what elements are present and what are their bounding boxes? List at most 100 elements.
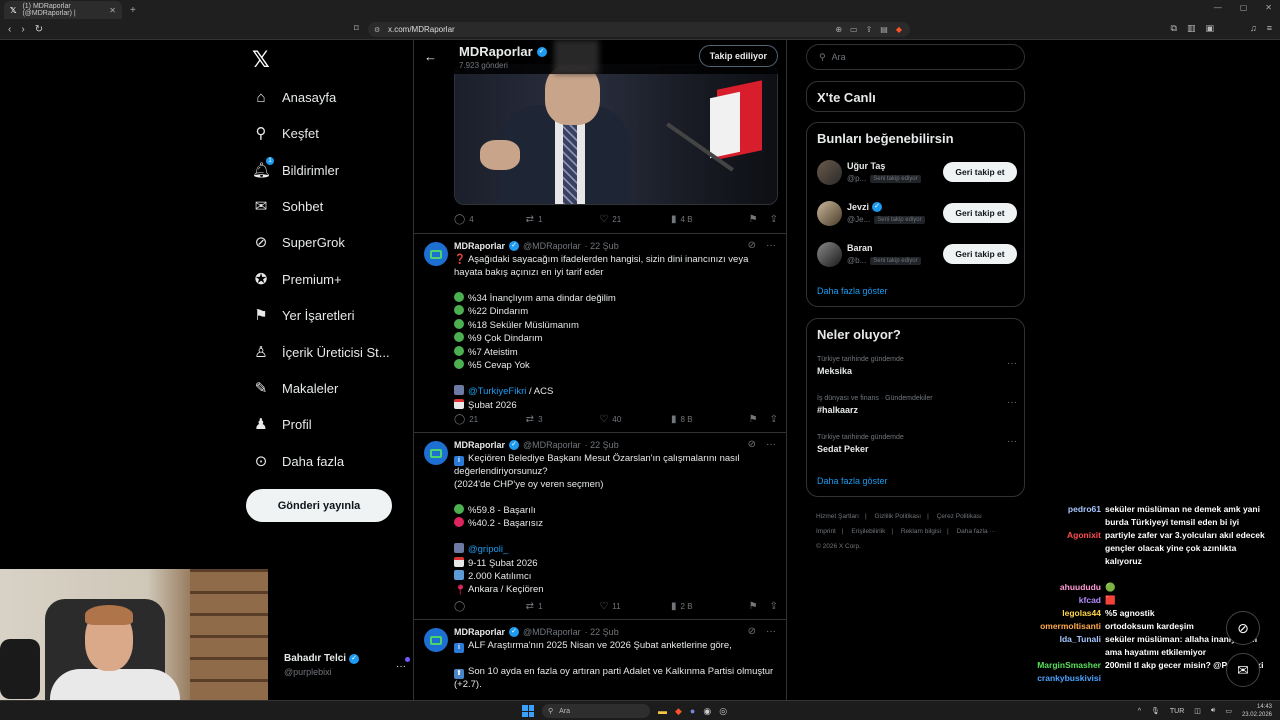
bookmark-icon[interactable]: ⚑ [749, 214, 758, 225]
zoom-icon[interactable]: ⊕ [835, 25, 842, 34]
bookmark-icon[interactable]: ⚑ [749, 414, 758, 425]
windows-start-icon[interactable] [522, 705, 534, 717]
trend-item[interactable]: Türkiye tarihinde gündemde Sedat Peker ·… [817, 434, 1017, 454]
follow-back-button[interactable]: Geri takip et [943, 203, 1017, 223]
tweet-photo[interactable] [454, 64, 778, 205]
account-switcher[interactable]: Bahadır Telci ✓ @purplebixi ··· [284, 653, 414, 683]
author-name[interactable]: MDRaporlar [454, 241, 505, 251]
tweet-date[interactable]: · 22 Şub [585, 241, 619, 251]
footer-link[interactable]: Hizmet Şartları [816, 513, 859, 520]
avatar[interactable] [424, 441, 448, 465]
avatar[interactable] [817, 160, 842, 185]
author-handle[interactable]: @MDRaporlar [523, 241, 581, 251]
mic-icon[interactable]: 🎙︎ [1151, 707, 1160, 715]
retweet-button[interactable]: ⇄ 3 [526, 414, 600, 425]
volume-icon[interactable]: 🔊︎ [1211, 707, 1215, 715]
sidebar-icon[interactable]: ▥ [1187, 23, 1196, 34]
footer-link[interactable]: Reklam bilgisi [901, 528, 941, 535]
reader-icon[interactable]: ▤ [880, 25, 888, 34]
tweet-date[interactable]: · 22 Şub [585, 440, 619, 450]
trend-item[interactable]: Türkiye tarihinde gündemde Meksika ··· [817, 356, 1017, 376]
more-dots-icon[interactable]: ··· [1007, 358, 1017, 369]
author-name[interactable]: MDRaporlar [454, 627, 505, 637]
nav-notifications[interactable]: 🔔︎ 1 Bildirimler [252, 157, 339, 181]
trends-show-more-link[interactable]: Daha fazla göster [817, 476, 888, 486]
trend-item[interactable]: İş dünyası ve finans · Gündemdekiler #ha… [817, 395, 1017, 415]
nav-more[interactable]: ⊙ Daha fazla [252, 450, 344, 472]
tray-chevron-icon[interactable]: ^ [1138, 708, 1141, 715]
x-logo-icon[interactable]: 𝕏 [252, 48, 270, 73]
mention-link[interactable]: @TurkiyeFikri [468, 386, 526, 397]
views-button[interactable]: ▮ 8 B [671, 414, 749, 425]
forward-arrow-icon[interactable]: › [21, 24, 24, 35]
clock[interactable]: 14:43 23.02.2026 [1242, 703, 1272, 719]
reply-button[interactable]: ◯ 21 [454, 414, 526, 425]
grok-icon[interactable]: ⊘ [748, 439, 756, 450]
like-button[interactable]: ♡ 11 [599, 601, 671, 612]
nav-home[interactable]: ⌂ Anasayfa [252, 86, 336, 108]
maximize-icon[interactable]: ▢ [1240, 3, 1248, 12]
following-button[interactable]: Takip ediliyor [698, 45, 778, 67]
brave-shield-icon[interactable]: ◆ [896, 25, 902, 34]
nav-explore[interactable]: ⚲ Keşfet [252, 122, 319, 144]
views-button[interactable]: ▮ 4 B [671, 214, 749, 225]
nav-creator-studio[interactable]: ♙ İçerik Üreticisi St... [252, 341, 389, 363]
footer-link[interactable]: Imprint [816, 528, 836, 535]
post-button[interactable]: Gönderi yayınla [246, 489, 392, 522]
suggestion-row[interactable]: Uğur Taş @p... Seni takip ediyor Geri tak… [817, 160, 1017, 188]
avatar[interactable] [817, 242, 842, 267]
more-dots-icon[interactable]: ··· [766, 439, 776, 450]
nav-grok[interactable]: ⊘ SuperGrok [252, 231, 345, 253]
url-field[interactable]: ⚙ x.com/MDRaporlar ⊕ ▭ ⇪ ▤ ◆ [368, 22, 910, 37]
tweet[interactable]: MDRaporlar ✓ @MDRaporlar · 22 Şub ⊘ ··· i… [414, 619, 786, 700]
grok-icon[interactable]: ⊘ [748, 626, 756, 637]
author-handle[interactable]: @MDRaporlar [523, 440, 581, 450]
menu-icon[interactable]: ≡ [1267, 23, 1272, 34]
follow-back-button[interactable]: Geri takip et [943, 244, 1017, 264]
nav-premium[interactable]: ✪ Premium+ [252, 268, 342, 290]
discord-icon[interactable]: ● [690, 706, 695, 716]
author-handle[interactable]: @MDRaporlar [523, 627, 581, 637]
tweet[interactable]: MDRaporlar ✓ @MDRaporlar · 22 Şub ⊘ ··· ❓… [414, 233, 786, 432]
close-tab-icon[interactable]: ✕ [109, 6, 116, 15]
search-input[interactable]: ⚲ Ara [806, 44, 1025, 70]
steam-icon[interactable]: ◉ [703, 706, 711, 717]
footer-link[interactable]: Gizlilik Politikası [875, 513, 922, 520]
share-icon[interactable]: ⇪ [770, 601, 778, 612]
wallet-icon[interactable]: ▣ [1205, 23, 1214, 34]
extensions-icon[interactable]: ⧉ [1171, 23, 1177, 34]
share-icon[interactable]: ⇪ [770, 214, 778, 225]
back-arrow-icon[interactable]: ‹ [8, 24, 11, 35]
more-dots-icon[interactable]: ··· [766, 626, 776, 637]
share-icon[interactable]: ⇪ [770, 414, 778, 425]
brave-browser-icon[interactable]: ◆ [675, 706, 682, 717]
grok-icon[interactable]: ⊘ [748, 240, 756, 251]
bookmark-icon[interactable]: ⚑ [749, 601, 758, 612]
avatar[interactable] [424, 242, 448, 266]
share-icon[interactable]: ⇪ [866, 25, 873, 34]
minimize-icon[interactable]: — [1214, 3, 1222, 12]
back-arrow-icon[interactable]: ← [424, 49, 437, 64]
suggestion-row[interactable]: Baran @b... Seni takip ediyor Geri takip … [817, 242, 1017, 270]
site-settings-icon[interactable]: ⚙ [374, 26, 380, 34]
follow-back-button[interactable]: Geri takip et [943, 162, 1017, 182]
cast-icon[interactable]: ▭ [850, 25, 858, 34]
more-dots-icon[interactable]: ··· [1007, 397, 1017, 408]
tweet-date[interactable]: · 22 Şub [585, 627, 619, 637]
nav-messages[interactable]: ✉ Sohbet [252, 195, 324, 217]
footer-link[interactable]: Erişilebilirlik [851, 528, 885, 535]
battery-icon[interactable]: ▭ [1225, 707, 1232, 715]
nav-bookmarks[interactable]: ⚑ Yer İşaretleri [252, 304, 354, 326]
more-dots-icon[interactable]: ··· [766, 240, 776, 251]
tweet[interactable]: MDRaporlar ✓ @MDRaporlar · 22 Şub ⊘ ··· i… [414, 432, 786, 619]
network-icon[interactable]: ◫ [1194, 707, 1201, 715]
author-name[interactable]: MDRaporlar [454, 440, 505, 450]
more-dots-icon[interactable]: ··· [396, 661, 406, 672]
show-more-link[interactable]: Daha fazla göster [817, 286, 888, 296]
close-window-icon[interactable]: ✕ [1265, 3, 1272, 12]
like-button[interactable]: ♡ 40 [599, 414, 671, 425]
retweet-button[interactable]: ⇄ 1 [526, 601, 600, 612]
live-panel[interactable]: X'te Canlı [806, 81, 1025, 112]
views-button[interactable]: ▮ 2 B [671, 601, 749, 612]
grok-floating-button[interactable]: ⊘ [1226, 611, 1260, 645]
